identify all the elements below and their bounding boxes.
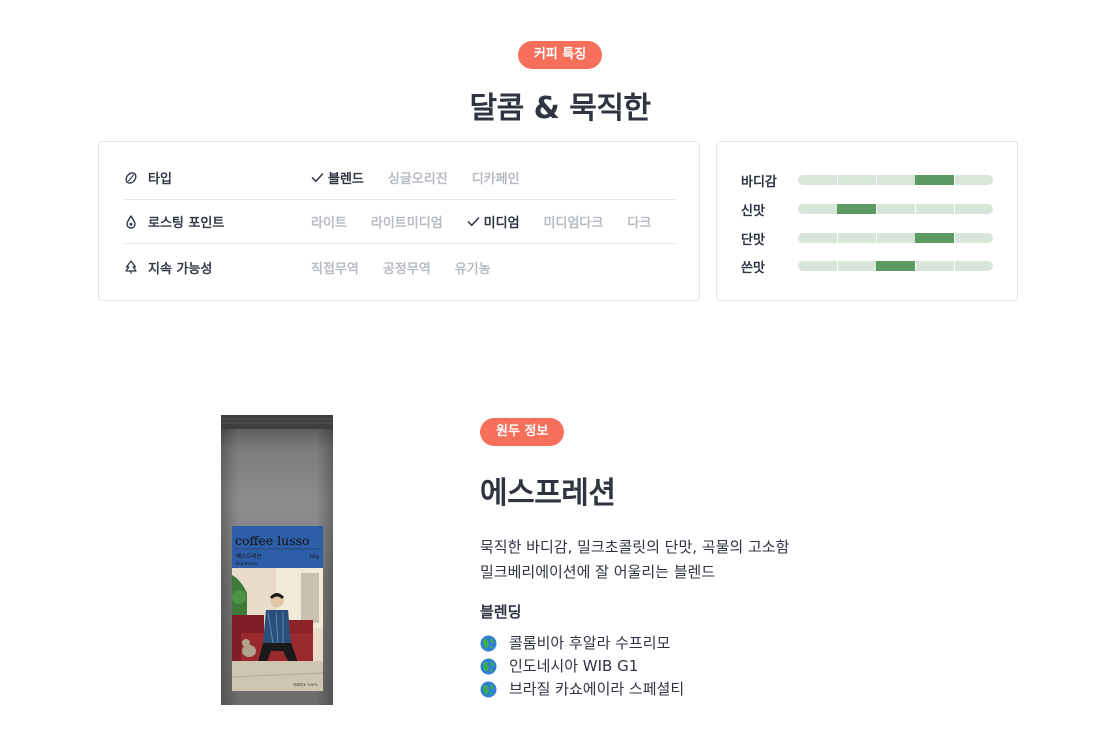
package-footer: 카페루소 100% [293,682,318,687]
taste-row-bitterness: 쓴맛 [741,256,993,276]
blend-item: 인도네시아 WIB G1 [480,655,1040,678]
package-brand: coffee lusso [235,533,310,548]
option-single-origin: 싱글오리진 [387,172,448,187]
package-product-en: Espression [236,561,258,566]
package-weight: 100g [309,554,320,559]
globe-icon [480,681,497,698]
bean-name: 에스프레션 [480,476,616,511]
taste-segment-divider [876,233,877,243]
feature-header: 커피 특징 달콤 & 묵직한 [0,41,1120,127]
option-decaf: 디카페인 [471,172,520,187]
taste-bar [798,175,993,185]
attribute-card: 타입 블렌드 싱글오리진 디카페인 로스팅 포인트 라이트 라이트미디엄 미디엄… [98,141,700,301]
option-medium-dark: 미디엄다크 [543,216,604,231]
description-line: 묵직한 바디감, 밀크초콜릿의 단맛, 곡물의 고소함 [480,538,790,556]
taste-name: 바디감 [741,174,777,190]
tree-icon [124,260,138,274]
blend-item: 콜롬비아 후알라 수프리모 [480,632,1040,655]
option-dark: 다크 [627,216,652,231]
taste-segment-divider [954,204,955,214]
taste-level-fill [915,175,954,185]
taste-segment-divider [954,261,955,271]
bean-description: 묵직한 바디감, 밀크초콜릿의 단맛, 곡물의 고소함 밀크베리에이션에 잘 어… [480,535,1040,585]
coffee-package-image: coffee lusso 에스프레션 100g Espression 카페루소 … [221,415,333,705]
taste-name: 신맛 [741,203,765,219]
taste-row-sweetness: 단맛 [741,228,993,248]
feature-title: 달콤 & 묵직한 [469,91,651,126]
option-light-medium: 라이트미디엄 [370,216,443,231]
globe-icon [480,658,497,675]
option-organic: 유기농 [454,261,491,277]
taste-bar [798,261,993,271]
taste-segment-divider [876,175,877,185]
bean-badge: 원두 정보 [480,418,565,446]
taste-segment-divider [954,233,955,243]
attribute-row-roasting: 로스팅 포인트 라이트 라이트미디엄 미디엄 미디엄다크 다크 [124,200,676,244]
feature-badge: 커피 특징 [517,41,603,69]
attribute-row-type: 타입 블렌드 싱글오리진 디카페인 [124,156,676,200]
taste-segment-divider [915,261,916,271]
taste-segment-divider [915,204,916,214]
taste-level-fill [915,233,954,243]
drop-icon [124,214,138,229]
attribute-options: 직접무역 공정무역 유기농 [311,258,515,277]
check-icon [467,216,480,227]
option-direct-trade: 직접무역 [311,261,359,277]
attribute-row-sustainability: 지속 가능성 직접무역 공정무역 유기농 [124,245,676,289]
taste-segment-divider [954,175,955,185]
attribute-label: 타입 [148,172,172,187]
blend-list: 콜롬비아 후알라 수프리모 인도네시아 WIB G1 브라질 카쇼에이라 스페셜… [480,632,1040,701]
attribute-options: 라이트 라이트미디엄 미디엄 미디엄다크 다크 [311,212,675,231]
taste-segment-divider [837,175,838,185]
globe-icon [480,635,497,652]
attribute-options: 블렌드 싱글오리진 디카페인 [311,168,544,187]
taste-row-acidity: 신맛 [741,199,993,219]
blend-item: 브라질 카쇼에이라 스페셜티 [480,678,1040,701]
taste-name: 단맛 [741,232,765,248]
taste-segment-divider [837,233,838,243]
option-fair-trade: 공정무역 [382,261,431,277]
coffee-bean-icon [124,171,138,185]
option-blend: 블렌드 [311,168,364,187]
taste-row-body: 바디감 [741,170,993,190]
attribute-label: 지속 가능성 [148,261,213,277]
attribute-label: 로스팅 포인트 [148,216,225,231]
taste-name: 쓴맛 [741,260,765,276]
blend-title: 블렌딩 [480,603,522,621]
bean-info: 원두 정보 에스프레션 묵직한 바디감, 밀크초콜릿의 단맛, 곡물의 고소함 … [480,418,1040,701]
package-product: 에스프레션 [236,552,261,560]
taste-segment-divider [837,261,838,271]
taste-card: 바디감 신맛 단맛 쓴맛 [716,141,1018,301]
taste-level-fill [876,261,915,271]
option-light: 라이트 [311,216,347,231]
taste-bar [798,204,993,214]
check-icon [311,172,324,183]
taste-bar [798,233,993,243]
taste-level-fill [837,204,876,214]
description-line: 밀크베리에이션에 잘 어울리는 블렌드 [480,563,716,581]
option-medium: 미디엄 [467,212,520,231]
taste-segment-divider [876,204,877,214]
